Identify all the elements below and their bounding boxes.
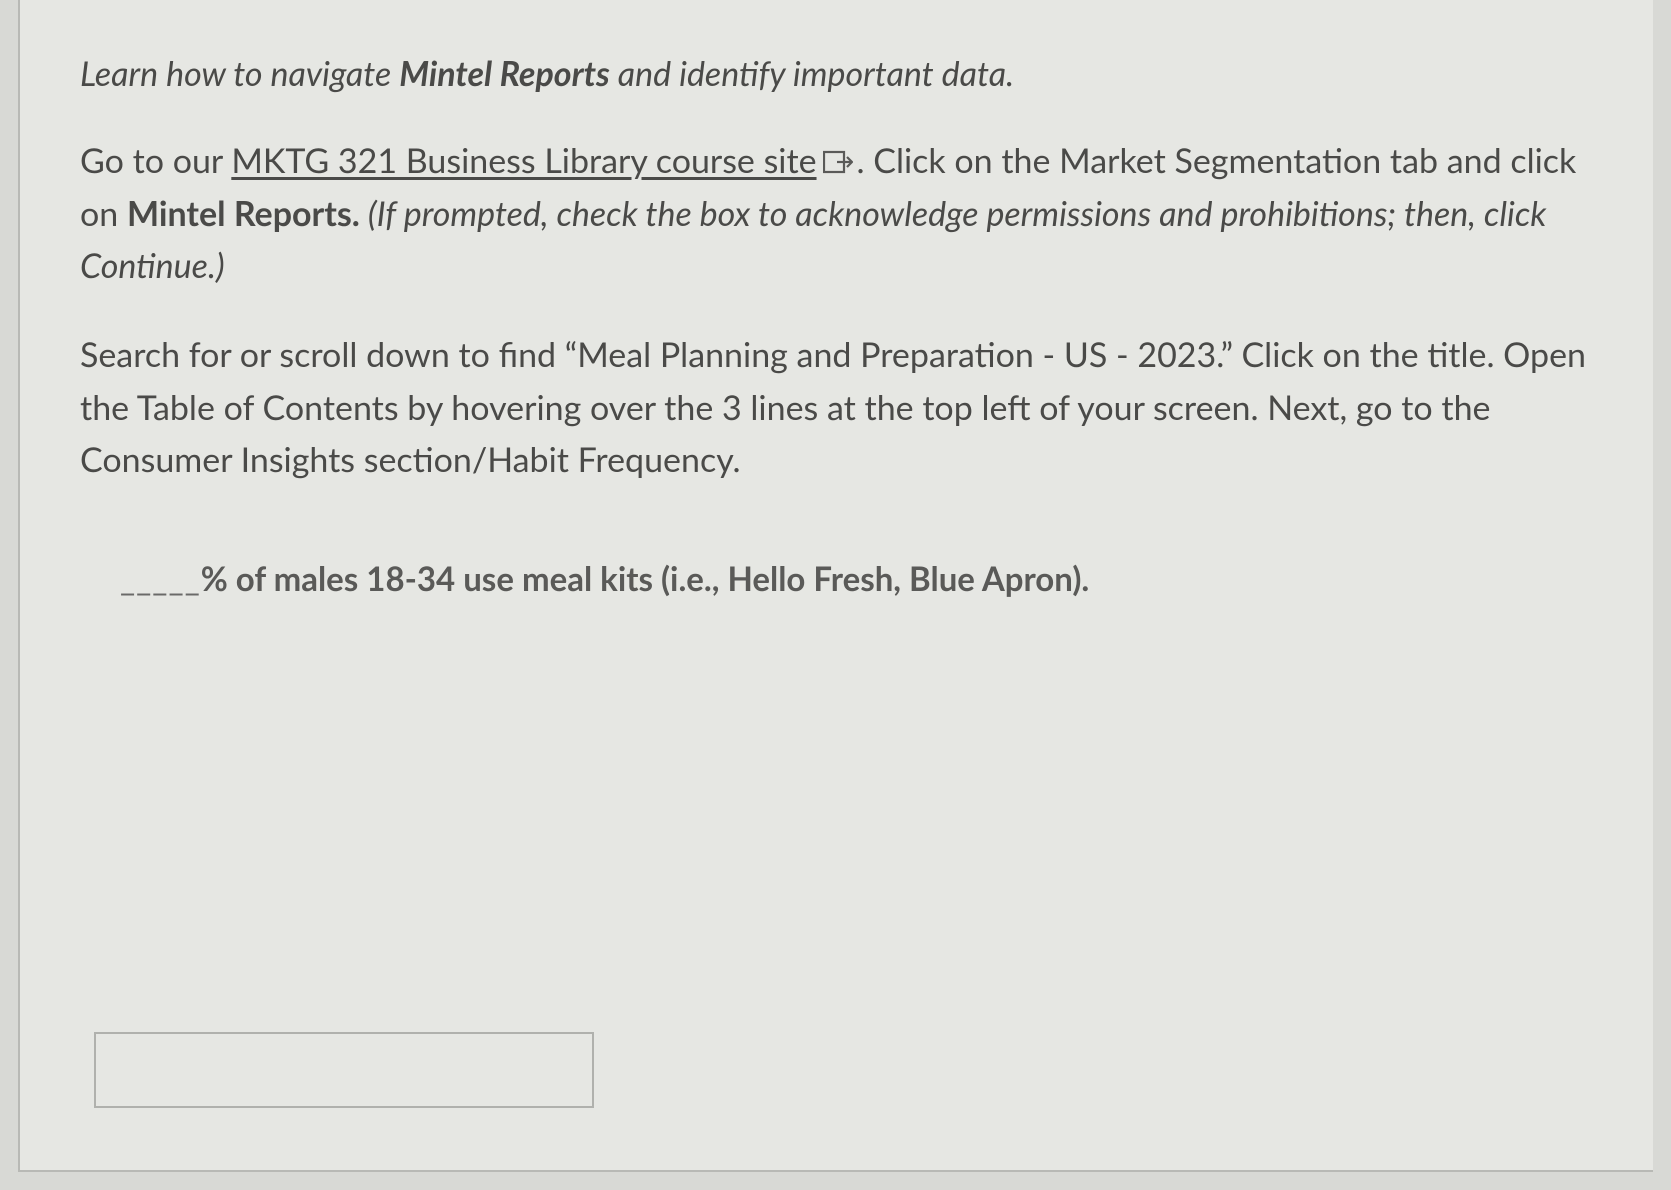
instructions-para-1: Go to our MKTG 321 Business Library cour… bbox=[80, 135, 1593, 293]
answer-input[interactable] bbox=[94, 1032, 594, 1108]
p1-bold: Mintel Reports. bbox=[127, 193, 360, 234]
intro-text: Learn how to navigate Mintel Reports and… bbox=[80, 48, 1593, 99]
instructions-para-2: Search for or scroll down to find “Meal … bbox=[80, 329, 1593, 487]
intro-suffix: and identify important data. bbox=[610, 53, 1014, 94]
course-site-link[interactable]: MKTG 321 Business Library course site bbox=[231, 140, 816, 181]
question-text: _____% of males 18-34 use meal kits (i.e… bbox=[80, 559, 1593, 599]
question-card: Learn how to navigate Mintel Reports and… bbox=[18, 0, 1653, 1172]
question-body: % of males 18-34 use meal kits (i.e., He… bbox=[201, 559, 1089, 599]
intro-bold: Mintel Reports bbox=[399, 53, 610, 94]
p1-before-link: Go to our bbox=[80, 140, 231, 181]
external-link-icon bbox=[823, 149, 853, 175]
intro-prefix: Learn how to navigate bbox=[80, 53, 399, 94]
fill-blank: _____ bbox=[120, 559, 201, 599]
